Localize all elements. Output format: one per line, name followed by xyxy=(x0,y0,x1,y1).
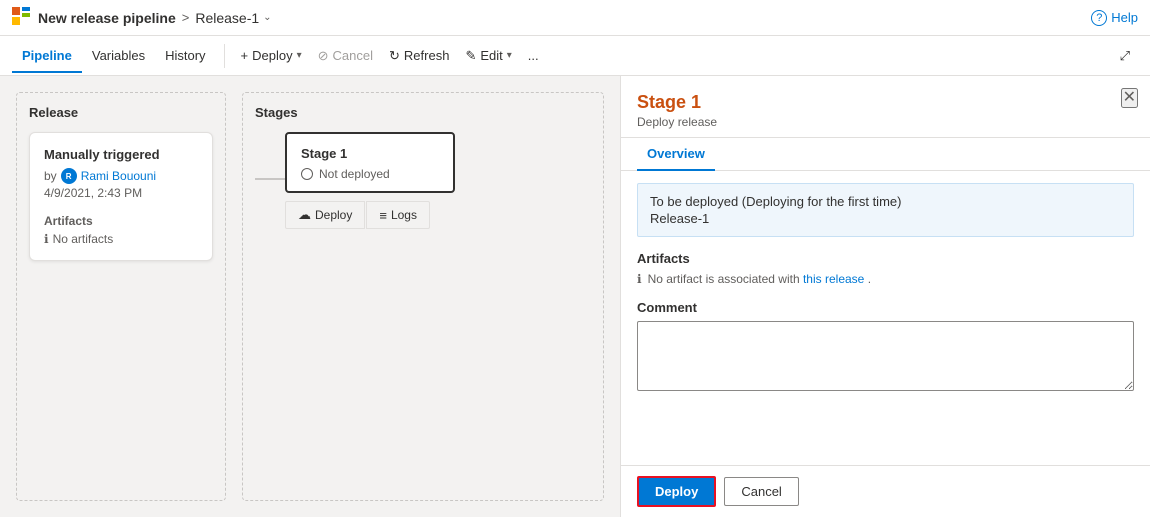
stage-actions: ☁ Deploy ≡ Logs xyxy=(285,201,455,229)
expand-icon: ⤢ xyxy=(1120,48,1130,64)
stages-section: Stages Stage 1 Not deployed xyxy=(242,92,604,501)
stages-wrapper: Stage 1 Not deployed ☁ Deploy ≡ xyxy=(255,132,591,229)
right-panel: Stage 1 Deploy release ✕ Overview To be … xyxy=(620,76,1150,517)
right-panel-header: Stage 1 Deploy release ✕ xyxy=(621,76,1150,138)
right-panel-title-group: Stage 1 Deploy release xyxy=(637,92,717,129)
right-panel-body: To be deployed (Deploying for the first … xyxy=(621,171,1150,465)
main-content: Release Manually triggered by R Rami Bou… xyxy=(0,76,1150,517)
artifacts-empty-text: No artifact is associated with this rele… xyxy=(648,272,871,286)
top-bar: New release pipeline > Release-1 ⌄ ? Hel… xyxy=(0,0,1150,36)
stage-card: Stage 1 Not deployed xyxy=(285,132,455,193)
comment-input[interactable] xyxy=(637,321,1134,391)
tab-variables[interactable]: Variables xyxy=(82,40,155,73)
artifacts-info-icon: ℹ xyxy=(637,272,642,286)
artifacts-section: Artifacts ℹ No artifact is associated wi… xyxy=(637,251,1134,286)
artifacts-label: Artifacts xyxy=(637,251,1134,266)
refresh-icon: ↻ xyxy=(389,48,400,64)
deploy-info-box: To be deployed (Deploying for the first … xyxy=(637,183,1134,237)
release-name[interactable]: Release-1 ⌄ xyxy=(195,10,271,26)
deploy-info-sub: Release-1 xyxy=(650,211,1121,226)
pipeline-title: New release pipeline xyxy=(38,10,176,26)
cloud-icon: ☁ xyxy=(298,207,311,223)
right-panel-subtitle: Deploy release xyxy=(637,115,717,129)
stage-deploy-button[interactable]: ☁ Deploy xyxy=(285,201,365,229)
edit-chevron-icon: ▾ xyxy=(507,50,512,61)
connector xyxy=(255,132,285,180)
expand-button[interactable]: ⤢ xyxy=(1112,42,1138,70)
footer-deploy-button[interactable]: Deploy xyxy=(637,476,716,507)
cancel-icon: ⊘ xyxy=(318,48,329,64)
comment-label: Comment xyxy=(637,300,1134,315)
author-avatar: R xyxy=(61,168,77,184)
right-panel-title: Stage 1 xyxy=(637,92,717,113)
edit-button[interactable]: ✎ Edit ▾ xyxy=(457,42,519,70)
deploy-button[interactable]: + Deploy ▾ xyxy=(233,42,310,69)
release-card-artifacts-label: Artifacts ℹ No artifacts xyxy=(44,214,198,246)
release-card-title: Manually triggered xyxy=(44,147,198,162)
stages-section-title: Stages xyxy=(255,105,591,120)
release-section: Release Manually triggered by R Rami Bou… xyxy=(16,92,226,501)
footer-cancel-button[interactable]: Cancel xyxy=(724,477,798,506)
logs-icon: ≡ xyxy=(379,208,387,223)
right-panel-footer: Deploy Cancel xyxy=(621,465,1150,517)
breadcrumb-sep: > xyxy=(182,10,190,25)
artifacts-release-link[interactable]: this release xyxy=(803,272,864,286)
plus-icon: + xyxy=(241,48,249,63)
help-link[interactable]: ? Help xyxy=(1091,10,1138,26)
app-logo xyxy=(12,7,30,28)
release-card-no-artifacts: ℹ No artifacts xyxy=(44,232,198,246)
toolbar-separator xyxy=(224,44,225,68)
artifacts-empty: ℹ No artifact is associated with this re… xyxy=(637,272,1134,286)
tab-overview[interactable]: Overview xyxy=(637,138,715,171)
deploy-info-main: To be deployed (Deploying for the first … xyxy=(650,194,1121,209)
release-card-date: 4/9/2021, 2:43 PM xyxy=(44,186,198,200)
comment-section: Comment xyxy=(637,300,1134,394)
close-button[interactable]: ✕ xyxy=(1121,88,1138,108)
stage-logs-button[interactable]: ≡ Logs xyxy=(366,201,430,229)
help-icon: ? xyxy=(1091,10,1107,26)
toolbar: Pipeline Variables History + Deploy ▾ ⊘ … xyxy=(0,36,1150,76)
right-panel-tabs: Overview xyxy=(621,138,1150,171)
info-icon: ℹ xyxy=(44,232,49,246)
tab-pipeline[interactable]: Pipeline xyxy=(12,40,82,73)
release-card: Manually triggered by R Rami Bououni 4/9… xyxy=(29,132,213,261)
stage-area: Stage 1 Not deployed ☁ Deploy ≡ xyxy=(285,132,455,229)
release-section-title: Release xyxy=(29,105,213,120)
left-panel: Release Manually triggered by R Rami Bou… xyxy=(0,76,620,517)
edit-icon: ✎ xyxy=(465,48,476,64)
more-button[interactable]: ... xyxy=(520,42,547,69)
cancel-button[interactable]: ⊘ Cancel xyxy=(310,42,381,70)
refresh-button[interactable]: ↻ Refresh xyxy=(381,42,457,70)
connector-line xyxy=(255,178,285,180)
deploy-chevron-icon: ▾ xyxy=(297,50,302,61)
release-card-author: by R Rami Bououni xyxy=(44,168,198,184)
stage-title: Stage 1 xyxy=(301,146,439,161)
tab-history[interactable]: History xyxy=(155,40,215,73)
stage-status: Not deployed xyxy=(301,167,439,181)
status-circle-icon xyxy=(301,168,313,180)
